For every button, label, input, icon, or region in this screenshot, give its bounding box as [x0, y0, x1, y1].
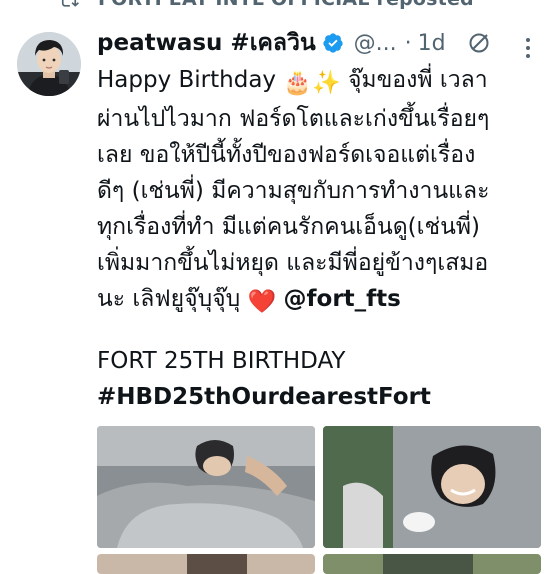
verified-badge-icon — [323, 33, 343, 53]
repost-label: FORTPEAT INTL OFFICIAL reposted — [98, 0, 474, 10]
avatar-image — [17, 32, 81, 96]
tweet-line: ดีๆ (เช่นพี่) มีความสุขกับการทำงานและ — [97, 178, 490, 204]
tweet-line: นะ เลิฟยูจุ๊บุจุ๊บุ ❤️ @fort_fts — [97, 281, 547, 320]
handle[interactable]: @... — [354, 31, 397, 56]
section-title: FORT 25TH BIRTHDAY — [97, 348, 346, 374]
tweet-line: Happy Birthday 🎂✨ จุ๊มของพี่ เวลา — [97, 62, 547, 101]
tweet-line: ผ่านไปไวมาก ฟอร์ดโตและเก่งขึ้นเรื่อยๆ — [97, 106, 490, 132]
birthday-cake-icon: 🎂✨ — [283, 70, 341, 96]
tweet-line: เลย ขอให้ปีนี้ทั้งปีของฟอร์ดเจอแต่เรื่อง — [97, 142, 476, 168]
mention-link[interactable]: @fort_fts — [284, 286, 401, 312]
repost-icon — [61, 0, 79, 7]
media-grid — [97, 426, 543, 574]
more-options-icon[interactable] — [524, 36, 532, 60]
tweet-line: เพิ่มมากขึ้นไม่หยุด และมีพี่อยู่ข้างๆเสม… — [97, 250, 489, 276]
red-heart-icon: ❤️ — [247, 289, 277, 315]
timestamp[interactable]: 1d — [418, 31, 446, 56]
photo-sleeping-under-blanket[interactable] — [97, 426, 315, 548]
display-name[interactable]: peatwasu #เคลวิน — [97, 25, 316, 61]
tweet-text: Happy Birthday 🎂✨ จุ๊มของพี่ เวลา ผ่านไป… — [97, 62, 547, 320]
avatar[interactable] — [17, 32, 81, 96]
tweet-line: ทุกเรื่องที่ทำ มีแต่คนรักคนเอ็นดู(เช่นพี… — [97, 214, 480, 240]
photo-fourth[interactable] — [323, 554, 541, 574]
grok-icon[interactable] — [467, 31, 491, 55]
separator-dot: · — [404, 30, 412, 56]
photo-third[interactable] — [97, 554, 315, 574]
hashtag-link[interactable]: #HBD25thOurdearestFort — [97, 384, 431, 410]
repost-header[interactable]: FORTPEAT INTL OFFICIAL reposted — [0, 0, 560, 14]
photo-smiling-in-car[interactable] — [323, 426, 541, 548]
